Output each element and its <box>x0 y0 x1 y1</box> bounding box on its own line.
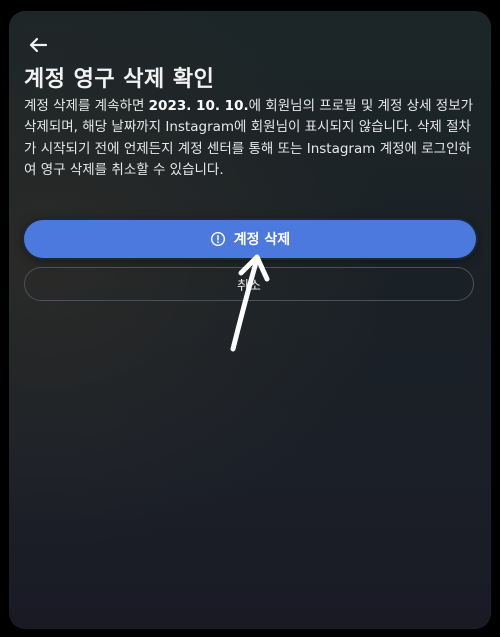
arrow-left-icon <box>29 37 48 53</box>
back-button[interactable] <box>25 33 53 57</box>
cancel-button[interactable]: 취소 <box>24 267 474 301</box>
deletion-message: 계정 삭제를 계속하면 2023. 10. 10.에 회원님의 프로필 및 계정… <box>24 96 482 181</box>
dialog-screen: 계정 영구 삭제 확인 계정 삭제를 계속하면 2023. 10. 10.에 회… <box>9 11 491 629</box>
hand-drawn-arrow-icon <box>230 254 270 352</box>
message-text-start: 계정 삭제를 계속하면 <box>24 98 149 114</box>
cancel-label: 취소 <box>237 278 261 294</box>
deletion-date: 2023. 10. 10. <box>148 98 249 114</box>
page-title: 계정 영구 삭제 확인 <box>24 67 215 92</box>
delete-account-label: 계정 삭제 <box>233 232 291 248</box>
delete-account-button[interactable]: 계정 삭제 <box>24 220 476 258</box>
info-circle-icon <box>210 231 226 247</box>
